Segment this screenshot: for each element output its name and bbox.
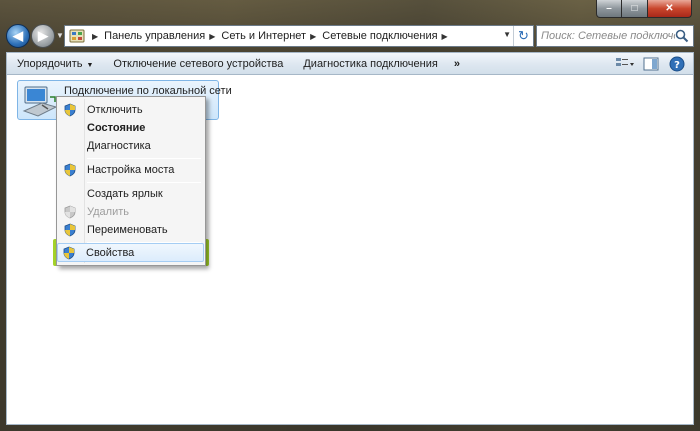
menu-item-label: Отключить [87, 104, 143, 116]
breadcrumb-separator-icon: ▶ [92, 31, 99, 41]
network-adapter-icon [22, 86, 58, 117]
preview-pane-button[interactable] [641, 55, 661, 73]
menu-icon-placeholder [63, 187, 77, 201]
recent-pages-dropdown[interactable]: ▼ [56, 31, 64, 40]
preview-pane-icon [643, 57, 659, 71]
menu-item-properties[interactable]: Свойства [58, 244, 204, 262]
diagnose-button[interactable]: Диагностика подключения [293, 58, 447, 70]
command-bar: Упорядочить ▼ Отключение сетевого устройс… [6, 52, 694, 75]
organize-button[interactable]: Упорядочить ▼ [7, 58, 103, 70]
menu-icon-placeholder [63, 139, 77, 153]
menu-item-label: Настройка моста [87, 164, 175, 176]
address-history-dropdown[interactable]: ▼ [503, 30, 511, 39]
menu-item-label: Диагностика [87, 140, 151, 152]
shield-icon [64, 103, 76, 117]
shield-icon [64, 223, 76, 237]
control-panel-icon [68, 28, 86, 44]
disable-device-button[interactable]: Отключение сетевого устройства [103, 58, 293, 70]
menu-item-label: Свойства [86, 247, 135, 259]
shield-icon [64, 205, 76, 219]
back-button[interactable]: ◀ [6, 24, 30, 48]
refresh-button[interactable]: ↻ [513, 26, 533, 46]
maximize-button[interactable]: □ [622, 0, 648, 18]
breadcrumb-separator-icon[interactable]: ▶ [209, 32, 215, 41]
help-icon: ? [669, 56, 685, 72]
context-menu: Отключить Состояние Диагностика Настройк… [56, 96, 206, 266]
menu-item-diagnose[interactable]: Диагностика [59, 137, 203, 155]
menu-item-status[interactable]: Состояние [59, 119, 203, 137]
search-input[interactable]: Поиск: Сетевые подключения [541, 30, 675, 42]
view-list-icon [616, 58, 634, 66]
refresh-icon: ↻ [518, 28, 529, 43]
dropdown-arrow-icon: ▼ [86, 61, 94, 69]
close-button[interactable]: ✕ [648, 0, 692, 18]
menu-item-disable[interactable]: Отключить [59, 101, 203, 119]
menu-item-label: Удалить [87, 206, 129, 218]
minimize-button[interactable]: – [596, 0, 622, 18]
menu-item-label: Переименовать [87, 224, 168, 236]
breadcrumb-network-connections[interactable]: Сетевые подключения [322, 30, 437, 42]
breadcrumb-network-internet[interactable]: Сеть и Интернет [221, 30, 306, 42]
organize-label: Упорядочить [17, 57, 83, 70]
breadcrumb-control-panel[interactable]: Панель управления [104, 30, 205, 42]
search-icon[interactable] [675, 29, 689, 43]
svg-text:?: ? [674, 60, 680, 71]
more-commands-button[interactable]: » [448, 58, 466, 70]
menu-item-delete: Удалить [59, 203, 203, 221]
forward-button[interactable]: ▶ [31, 24, 55, 48]
view-controls: ? [615, 55, 687, 73]
menu-item-rename[interactable]: Переименовать [59, 221, 203, 239]
shield-icon [64, 163, 76, 177]
menu-item-label: Состояние [87, 122, 146, 134]
shield-icon [63, 246, 75, 260]
menu-item-create-shortcut[interactable]: Создать ярлык [59, 185, 203, 203]
search-box[interactable]: Поиск: Сетевые подключения [536, 25, 694, 47]
menu-separator [87, 158, 201, 159]
help-button[interactable]: ? [667, 55, 687, 73]
menu-item-bridge[interactable]: Настройка моста [59, 161, 203, 179]
menu-icon-placeholder [63, 121, 77, 135]
breadcrumb-separator-icon[interactable]: ▶ [310, 32, 316, 41]
menu-item-label: Создать ярлык [87, 188, 163, 200]
change-view-button[interactable] [615, 55, 635, 73]
menu-separator [87, 182, 201, 183]
forward-arrow-icon: ▶ [38, 28, 48, 43]
caption-buttons: – □ ✕ [596, 0, 692, 18]
breadcrumb-separator-icon[interactable]: ▶ [442, 32, 448, 41]
address-bar[interactable]: ▶ Панель управления ▶ Сеть и Интернет ▶ … [64, 25, 534, 47]
navigation-bar: ◀ ▶ ▼ ▶ Панель управления ▶ Сеть и Интер… [6, 22, 694, 50]
back-arrow-icon: ◀ [13, 28, 23, 43]
